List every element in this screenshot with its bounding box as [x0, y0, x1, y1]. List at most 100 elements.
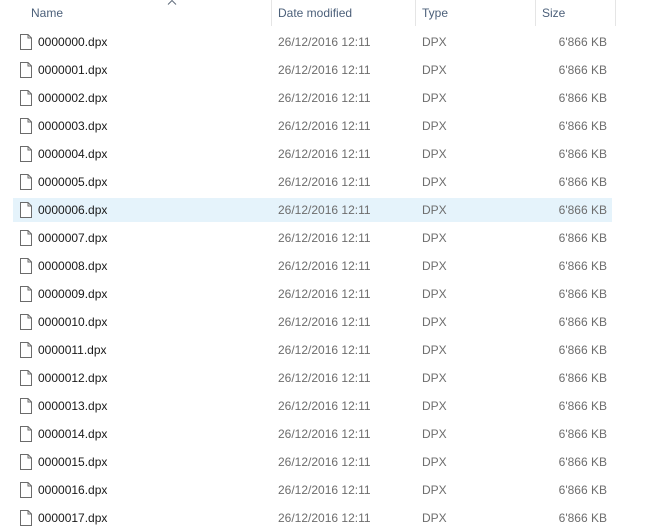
- file-size: 6'866 KB: [558, 259, 607, 273]
- column-header-type-label: Type: [422, 6, 449, 20]
- file-date-modified: 26/12/2016 12:11: [278, 259, 371, 273]
- file-name: 0000016.dpx: [38, 483, 108, 497]
- file-row[interactable]: 0000016.dpx 26/12/2016 12:11 DPX 6'866 KB: [13, 478, 612, 502]
- document-file-icon: [20, 34, 32, 50]
- file-date-modified: 26/12/2016 12:11: [278, 203, 371, 217]
- file-date-modified: 26/12/2016 12:11: [278, 483, 371, 497]
- document-file-icon: [20, 146, 32, 162]
- file-size: 6'866 KB: [558, 287, 607, 301]
- file-type: DPX: [422, 511, 447, 525]
- file-row[interactable]: 0000002.dpx 26/12/2016 12:11 DPX 6'866 KB: [13, 86, 612, 110]
- file-name: 0000009.dpx: [38, 287, 108, 301]
- file-row[interactable]: 0000006.dpx 26/12/2016 12:11 DPX 6'866 KB: [13, 198, 612, 222]
- column-header-size[interactable]: Size: [536, 0, 616, 26]
- file-row[interactable]: 0000004.dpx 26/12/2016 12:11 DPX 6'866 KB: [13, 142, 612, 166]
- file-size: 6'866 KB: [558, 231, 607, 245]
- file-size: 6'866 KB: [558, 483, 607, 497]
- file-name: 0000014.dpx: [38, 427, 108, 441]
- file-size: 6'866 KB: [558, 455, 607, 469]
- file-date-modified: 26/12/2016 12:11: [278, 35, 371, 49]
- file-row[interactable]: 0000011.dpx 26/12/2016 12:11 DPX 6'866 KB: [13, 338, 612, 362]
- document-file-icon: [20, 370, 32, 386]
- file-name: 0000011.dpx: [38, 343, 107, 357]
- document-file-icon: [20, 230, 32, 246]
- file-date-modified: 26/12/2016 12:11: [278, 119, 371, 133]
- document-file-icon: [20, 258, 32, 274]
- file-date-modified: 26/12/2016 12:11: [278, 231, 371, 245]
- file-type: DPX: [422, 371, 447, 385]
- file-type: DPX: [422, 91, 447, 105]
- file-date-modified: 26/12/2016 12:11: [278, 371, 371, 385]
- column-header-bar: Name Date modified Type Size: [0, 0, 649, 26]
- document-file-icon: [20, 482, 32, 498]
- file-name: 0000008.dpx: [38, 259, 108, 273]
- document-file-icon: [20, 342, 32, 358]
- file-type: DPX: [422, 63, 447, 77]
- file-size: 6'866 KB: [558, 147, 607, 161]
- file-size: 6'866 KB: [558, 399, 607, 413]
- file-size: 6'866 KB: [558, 343, 607, 357]
- file-name: 0000012.dpx: [38, 371, 108, 385]
- file-row[interactable]: 0000001.dpx 26/12/2016 12:11 DPX 6'866 KB: [13, 58, 612, 82]
- file-type: DPX: [422, 119, 447, 133]
- file-name: 0000001.dpx: [38, 63, 108, 77]
- file-name: 0000010.dpx: [38, 315, 108, 329]
- file-row[interactable]: 0000003.dpx 26/12/2016 12:11 DPX 6'866 KB: [13, 114, 612, 138]
- document-file-icon: [20, 202, 32, 218]
- document-file-icon: [20, 62, 32, 78]
- file-row[interactable]: 0000015.dpx 26/12/2016 12:11 DPX 6'866 KB: [13, 450, 612, 474]
- file-type: DPX: [422, 287, 447, 301]
- file-size: 6'866 KB: [558, 91, 607, 105]
- file-row[interactable]: 0000014.dpx 26/12/2016 12:11 DPX 6'866 KB: [13, 422, 612, 446]
- column-header-name[interactable]: Name: [25, 0, 272, 26]
- file-row[interactable]: 0000013.dpx 26/12/2016 12:11 DPX 6'866 KB: [13, 394, 612, 418]
- column-header-date[interactable]: Date modified: [272, 0, 416, 26]
- document-file-icon: [20, 398, 32, 414]
- sort-up-chevron-icon: [167, 0, 177, 5]
- file-type: DPX: [422, 175, 447, 189]
- document-file-icon: [20, 510, 32, 526]
- file-row[interactable]: 0000012.dpx 26/12/2016 12:11 DPX 6'866 KB: [13, 366, 612, 390]
- file-name: 0000004.dpx: [38, 147, 108, 161]
- file-name: 0000006.dpx: [38, 203, 108, 217]
- file-date-modified: 26/12/2016 12:11: [278, 287, 371, 301]
- column-header-type[interactable]: Type: [416, 0, 536, 26]
- file-row[interactable]: 0000007.dpx 26/12/2016 12:11 DPX 6'866 KB: [13, 226, 612, 250]
- file-row[interactable]: 0000009.dpx 26/12/2016 12:11 DPX 6'866 KB: [13, 282, 612, 306]
- document-file-icon: [20, 314, 32, 330]
- file-type: DPX: [422, 315, 447, 329]
- file-size: 6'866 KB: [558, 427, 607, 441]
- file-type: DPX: [422, 483, 447, 497]
- file-date-modified: 26/12/2016 12:11: [278, 399, 371, 413]
- file-date-modified: 26/12/2016 12:11: [278, 315, 371, 329]
- file-size: 6'866 KB: [558, 371, 607, 385]
- file-type: DPX: [422, 343, 447, 357]
- file-name: 0000013.dpx: [38, 399, 108, 413]
- file-name: 0000007.dpx: [38, 231, 108, 245]
- file-row[interactable]: 0000010.dpx 26/12/2016 12:11 DPX 6'866 KB: [13, 310, 612, 334]
- file-date-modified: 26/12/2016 12:11: [278, 511, 371, 525]
- document-file-icon: [20, 118, 32, 134]
- file-type: DPX: [422, 455, 447, 469]
- file-name: 0000002.dpx: [38, 91, 108, 105]
- document-file-icon: [20, 454, 32, 470]
- file-size: 6'866 KB: [558, 175, 607, 189]
- file-date-modified: 26/12/2016 12:11: [278, 147, 371, 161]
- file-type: DPX: [422, 259, 447, 273]
- file-row[interactable]: 0000008.dpx 26/12/2016 12:11 DPX 6'866 KB: [13, 254, 612, 278]
- file-name: 0000000.dpx: [38, 35, 108, 49]
- document-file-icon: [20, 174, 32, 190]
- file-date-modified: 26/12/2016 12:11: [278, 91, 371, 105]
- file-date-modified: 26/12/2016 12:11: [278, 343, 371, 357]
- file-type: DPX: [422, 147, 447, 161]
- column-separator[interactable]: [615, 0, 616, 26]
- column-header-size-label: Size: [542, 6, 566, 20]
- file-row[interactable]: 0000017.dpx 26/12/2016 12:11 DPX 6'866 KB: [13, 506, 612, 530]
- file-type: DPX: [422, 427, 447, 441]
- file-row[interactable]: 0000005.dpx 26/12/2016 12:11 DPX 6'866 KB: [13, 170, 612, 194]
- file-row[interactable]: 0000000.dpx 26/12/2016 12:11 DPX 6'866 KB: [13, 30, 612, 54]
- document-file-icon: [20, 286, 32, 302]
- file-type: DPX: [422, 231, 447, 245]
- column-header-name-label: Name: [31, 6, 64, 20]
- file-name: 0000003.dpx: [38, 119, 108, 133]
